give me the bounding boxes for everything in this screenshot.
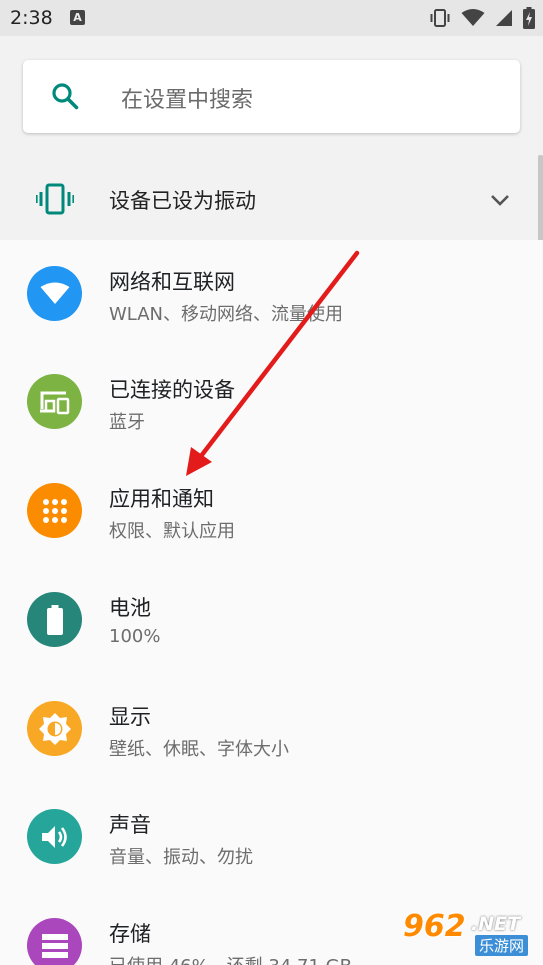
settings-item-title: 应用和通知 [109, 487, 214, 511]
battery-charging-icon [523, 7, 535, 29]
chevron-down-icon[interactable] [488, 190, 512, 210]
settings-item-subtitle: 已使用 46% - 还剩 34.71 GB [109, 952, 352, 965]
settings-item-display[interactable]: 显示 壁纸、休眠、字体大小 [0, 675, 543, 783]
search-icon [52, 83, 79, 110]
brightness-icon [27, 701, 82, 756]
condition-label: 设备已设为振动 [109, 189, 256, 213]
watermark-suffix: .NET [471, 913, 521, 935]
settings-item-subtitle: WLAN、移动网络、流量使用 [109, 304, 344, 325]
watermark-number: 962 [403, 909, 466, 944]
settings-item-subtitle: 100% [109, 626, 161, 647]
vibrate-icon [36, 183, 74, 215]
watermark-logo: 962 .NET 乐游网 [403, 909, 537, 959]
settings-list: 网络和互联网 WLAN、移动网络、流量使用 已连接的设备 蓝牙 应用和通知 权限… [0, 240, 543, 965]
settings-item-title: 存储 [109, 922, 151, 946]
signal-icon [496, 10, 512, 26]
settings-item-subtitle: 蓝牙 [109, 412, 145, 433]
settings-item-sound[interactable]: 声音 音量、振动、勿扰 [0, 783, 543, 891]
status-time: 2:38 [10, 7, 53, 29]
notification-icon: A [70, 10, 85, 25]
storage-icon [27, 918, 82, 965]
settings-item-title: 显示 [109, 705, 151, 729]
status-bar: 2:38 A [0, 0, 543, 36]
search-bar[interactable]: 在设置中搜索 [23, 60, 520, 133]
status-icons [429, 6, 535, 30]
condition-vibrate-row[interactable]: 设备已设为振动 [0, 160, 543, 240]
wifi-icon [27, 266, 82, 321]
volume-icon [27, 809, 82, 864]
battery-icon [27, 592, 82, 647]
settings-item-title: 网络和互联网 [109, 270, 235, 294]
settings-item-apps-notifications[interactable]: 应用和通知 权限、默认应用 [0, 457, 543, 565]
settings-item-network[interactable]: 网络和互联网 WLAN、移动网络、流量使用 [0, 240, 543, 348]
apps-icon [27, 483, 82, 538]
settings-item-subtitle: 音量、振动、勿扰 [109, 847, 253, 868]
settings-item-title: 电池 [109, 596, 151, 620]
settings-item-battery[interactable]: 电池 100% [0, 566, 543, 674]
settings-item-title: 声音 [109, 813, 151, 837]
watermark-site: 乐游网 [475, 935, 529, 956]
search-placeholder[interactable]: 在设置中搜索 [121, 82, 253, 114]
settings-item-connected-devices[interactable]: 已连接的设备 蓝牙 [0, 348, 543, 456]
wifi-icon [461, 9, 485, 26]
settings-item-title: 已连接的设备 [109, 378, 235, 402]
vibrate-icon [430, 9, 450, 27]
settings-item-subtitle: 壁纸、休眠、字体大小 [109, 739, 289, 760]
settings-item-subtitle: 权限、默认应用 [109, 521, 235, 542]
devices-icon [27, 374, 82, 429]
